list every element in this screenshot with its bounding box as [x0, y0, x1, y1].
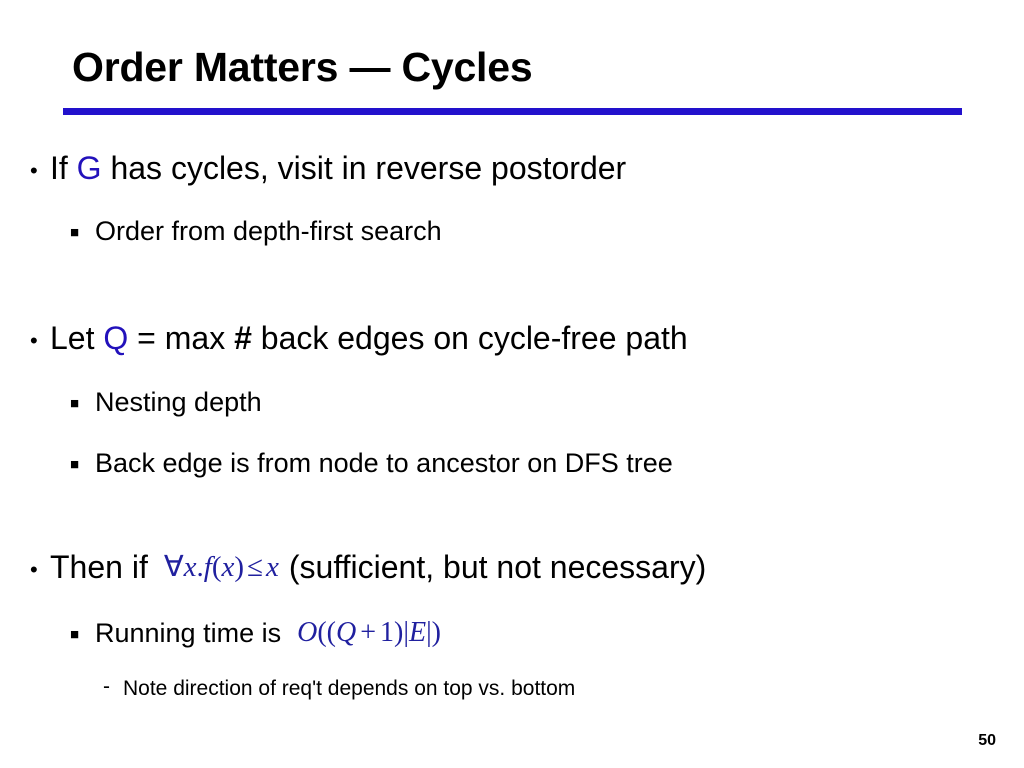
- page-title: Order Matters — Cycles: [72, 44, 533, 90]
- dash-bullet-icon: -: [103, 675, 110, 698]
- subbullet-item-running-time: ■ Running time is O((Q +1)|E|): [70, 618, 441, 648]
- subbullet-text: Back edge is from node to ancestor on DF…: [95, 448, 673, 478]
- subbullet-item-nesting-depth: ■ Nesting depth: [70, 389, 262, 416]
- bullet-item-if-g-has-cycles: • If G has cycles, visit in reverse post…: [30, 152, 626, 184]
- formula-paren-open-1: (: [317, 617, 327, 648]
- subbullet-text: Order from depth-first search: [95, 216, 442, 246]
- formula-var-x1: x: [183, 551, 197, 583]
- symbol-q: Q: [103, 320, 129, 356]
- formula-fn-f: f: [203, 551, 212, 583]
- square-bullet-icon: ■: [70, 626, 80, 643]
- bullet-text-pre: Let: [50, 320, 104, 356]
- bullet-text-post: (sufficient, but not necessary): [288, 549, 707, 585]
- formula-plus: +: [360, 617, 377, 648]
- formula-dot: .: [196, 551, 204, 583]
- formula-paren-open: (: [211, 551, 222, 583]
- formula-one: 1: [380, 617, 395, 648]
- bullet-text: If G has cycles, visit in reverse postor…: [50, 152, 626, 184]
- formula-forall-fx-leq-x: ∀x.f(x) ≤ x: [148, 553, 289, 582]
- square-bullet-icon: ■: [70, 456, 80, 473]
- bullet-text-pre: If: [50, 150, 77, 186]
- formula-paren-close: ): [234, 551, 245, 583]
- square-bullet-icon: ■: [70, 224, 80, 241]
- slide: Order Matters — Cycles • If G has cycles…: [0, 0, 1024, 768]
- formula-var-q: Q: [335, 617, 357, 648]
- formula-var-x3: x: [266, 551, 279, 583]
- bullet-item-then-if-condition: • Then if ∀x.f(x) ≤ x (sufficient, but not…: [30, 551, 706, 584]
- bullet-text-post: has cycles, visit in reverse postorder: [101, 150, 627, 186]
- bullet-text: Let Q = max # back edges on cycle-free p…: [50, 322, 688, 354]
- formula-paren-close-1: ): [394, 617, 404, 648]
- bullet-text-pre: Then if: [50, 549, 148, 585]
- round-bullet-icon: •: [30, 557, 38, 582]
- title-underline-rule: [63, 108, 962, 115]
- formula-var-e: E: [408, 617, 427, 648]
- formula-paren-close-2: ): [431, 617, 441, 648]
- round-bullet-icon: •: [30, 328, 38, 353]
- subbullet-item-order-from-dfs: ■ Order from depth-first search: [70, 218, 442, 245]
- page-number: 50: [978, 732, 996, 749]
- hash-symbol: #: [234, 320, 252, 356]
- formula-var-x2: x: [221, 551, 235, 583]
- symbol-g: G: [76, 150, 102, 186]
- bullet-text-post: back edges on cycle-free path: [251, 320, 688, 356]
- forall-symbol: ∀: [163, 551, 184, 583]
- less-equal-symbol: ≤: [247, 551, 263, 583]
- subbullet-item-back-edge-definition: ■ Back edge is from node to ancestor on …: [70, 450, 673, 477]
- subbullet-text: Running time is: [95, 618, 282, 648]
- note-item-direction-of-requirement: - Note direction of req't depends on top…: [103, 675, 576, 700]
- bullet-item-let-q-max-back-edges: • Let Q = max # back edges on cycle-free…: [30, 322, 688, 354]
- round-bullet-icon: •: [30, 158, 38, 183]
- subbullet-text: Nesting depth: [95, 387, 262, 417]
- square-bullet-icon: ■: [70, 395, 80, 412]
- formula-big-o-complexity: O((Q +1)|E|): [281, 619, 441, 647]
- formula-paren-open-2: (: [326, 617, 336, 648]
- bullet-text-mid: = max: [128, 320, 235, 356]
- formula-big-o: O: [297, 617, 318, 648]
- note-text: Note direction of req't depends on top v…: [123, 677, 576, 700]
